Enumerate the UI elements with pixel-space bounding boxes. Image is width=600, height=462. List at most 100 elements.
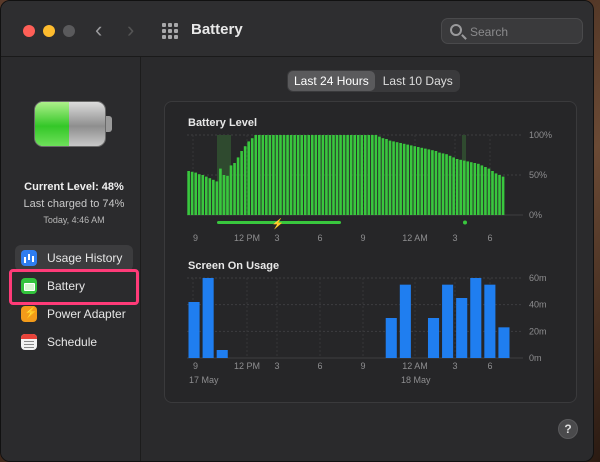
- x-tick-label: 12 AM: [402, 361, 428, 371]
- y-tick-label: 20m: [529, 326, 547, 336]
- x-tick-label: 9: [193, 233, 198, 243]
- battery-level-bar: [247, 141, 250, 215]
- last-charged-text: Last charged to 74%: [23, 198, 125, 210]
- battery-level-bar: [484, 167, 487, 215]
- charts-panel: Battery Level Screen On Usage 100% 50% 0% ⚡…: [164, 101, 577, 403]
- show-all-grid-icon[interactable]: [162, 23, 178, 39]
- battery-level-bar: [501, 176, 505, 215]
- battery-level-bar: [349, 135, 353, 215]
- bar-chart-icon: [21, 250, 37, 266]
- help-button[interactable]: ?: [558, 419, 578, 439]
- minimize-button[interactable]: [43, 25, 55, 37]
- search-input[interactable]: [470, 23, 575, 41]
- battery-level-bar: [385, 139, 388, 215]
- screen-usage-bar: [456, 298, 468, 358]
- search-icon: [450, 24, 462, 36]
- battery-level-bar: [219, 168, 222, 215]
- battery-level-bar: [328, 135, 332, 215]
- date-label: 18 May: [401, 375, 431, 385]
- x-tick-label: 9: [360, 361, 365, 371]
- battery-level-bar: [300, 135, 303, 215]
- battery-level-bar: [480, 165, 484, 215]
- battery-level-bar: [307, 135, 311, 215]
- highlight-annotation: [9, 269, 139, 305]
- battery-level-bar: [279, 135, 282, 215]
- x-tick-label: 6: [487, 233, 492, 243]
- date-label: 17 May: [189, 375, 219, 385]
- battery-level-bar: [459, 159, 462, 215]
- battery-level-bar: [392, 141, 395, 215]
- x-tick-label: 6: [487, 361, 492, 371]
- x-tick-label: 3: [274, 233, 279, 243]
- power-adapter-icon: [21, 306, 38, 322]
- battery-level-bar: [243, 146, 247, 215]
- screen-on-usage-title: Screen On Usage: [188, 260, 280, 272]
- battery-level-bar: [371, 135, 374, 215]
- battery-level-bar: [491, 171, 494, 215]
- battery-level-bar: [469, 162, 473, 215]
- battery-level-bar: [204, 176, 208, 215]
- battery-level-bar: [409, 145, 413, 215]
- battery-level-bar: [356, 135, 360, 215]
- x-tick-label: 6: [317, 361, 322, 371]
- last-charged-time: Today, 4:46 AM: [43, 215, 105, 225]
- battery-level-bar: [452, 157, 455, 215]
- battery-level-bar: [353, 135, 356, 215]
- battery-status-icon: [34, 101, 112, 147]
- battery-level-bar: [275, 135, 279, 215]
- battery-level-bar: [498, 175, 501, 215]
- battery-level-bar: [236, 157, 240, 215]
- battery-level-bar: [406, 144, 409, 215]
- battery-level-bar: [282, 135, 286, 215]
- battery-level-bar: [212, 179, 215, 215]
- x-tick-label: 12 PM: [234, 233, 260, 243]
- battery-fill: [35, 102, 69, 146]
- battery-level-bar: [424, 148, 427, 215]
- battery-level-bar: [466, 161, 470, 215]
- sidebar-item-usage-history[interactable]: Usage History: [15, 245, 133, 271]
- x-tick-label: 3: [452, 233, 457, 243]
- battery-level-bar: [289, 135, 293, 215]
- forward-button[interactable]: ›: [127, 17, 134, 43]
- tab-last-10-days[interactable]: Last 10 Days: [377, 71, 459, 91]
- search-box[interactable]: [441, 18, 583, 44]
- screen-usage-bar: [216, 350, 228, 358]
- charts-svg: 100% 50% 0% ⚡ 9 12 PM 3 6 9 12 AM 3 6 60m 40m 20m 0m 9 12…: [187, 130, 552, 385]
- battery-level-bar: [431, 150, 434, 215]
- screen-usage-bar: [427, 318, 440, 358]
- battery-level-bar: [395, 142, 399, 215]
- x-tick-label: 9: [193, 361, 198, 371]
- y-tick-label: 50%: [529, 170, 547, 180]
- battery-level-bar: [201, 175, 205, 215]
- battery-level-bar: [378, 136, 381, 215]
- screen-usage-bar: [385, 318, 397, 358]
- battery-level-bar: [335, 135, 339, 215]
- battery-level-bar: [427, 149, 431, 215]
- battery-level-title: Battery Level: [188, 117, 258, 129]
- battery-level-bar: [325, 135, 328, 215]
- x-tick-label: 12 AM: [402, 233, 428, 243]
- battery-level-bar: [310, 135, 314, 215]
- y-tick-label: 0m: [529, 353, 542, 363]
- current-level-text: Current Level: 48%: [24, 181, 124, 193]
- battery-level-bar: [399, 143, 402, 215]
- zoom-button[interactable]: [63, 25, 75, 37]
- tab-last-24-hours[interactable]: Last 24 Hours: [288, 71, 375, 91]
- close-button[interactable]: [23, 25, 35, 37]
- battery-level-bar: [367, 135, 371, 215]
- battery-level-bar: [187, 171, 190, 215]
- battery-level-bar: [265, 135, 268, 215]
- sidebar-item-schedule[interactable]: Schedule: [15, 329, 133, 355]
- x-tick-label: 6: [317, 233, 322, 243]
- screen-usage-bar: [188, 302, 200, 358]
- battery-level-bar: [477, 163, 480, 215]
- battery-level-bar: [296, 135, 300, 215]
- battery-level-bar: [321, 135, 325, 215]
- x-tick-label: 9: [360, 233, 365, 243]
- charging-period-dot: [463, 220, 467, 225]
- screen-usage-bar: [470, 278, 482, 358]
- battery-level-bar: [363, 135, 367, 215]
- title-bar: ‹ › Battery: [1, 1, 593, 57]
- back-button[interactable]: ‹: [95, 17, 102, 43]
- screen-usage-bar: [202, 278, 214, 358]
